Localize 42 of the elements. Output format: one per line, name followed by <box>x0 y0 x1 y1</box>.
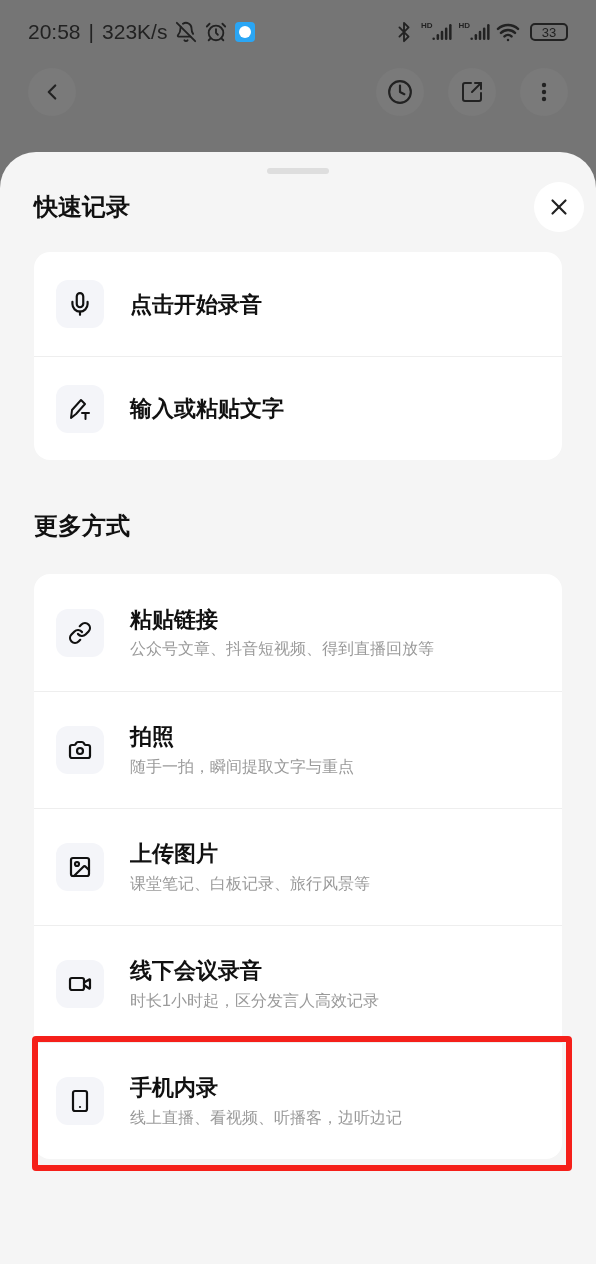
muted-bell-icon <box>175 21 198 43</box>
item-title: 粘贴链接 <box>130 605 219 634</box>
list-item[interactable]: 手机内录 线上直播、看视频、听播客，边听边记 <box>34 1042 562 1159</box>
close-button[interactable] <box>534 182 584 232</box>
battery-indicator: 33 <box>530 23 568 41</box>
item-subtitle: 随手一拍，瞬间提取文字与重点 <box>130 756 354 777</box>
clock-icon <box>387 79 413 105</box>
item-subtitle: 公众号文章、抖音短视频、得到直播回放等 <box>130 639 434 660</box>
list-item[interactable]: 输入或粘贴文字 <box>34 356 562 460</box>
hd-label: HD <box>458 22 470 30</box>
item-subtitle: 课堂笔记、白板记录、旅行风景等 <box>130 873 370 894</box>
status-time: 20:58 <box>28 19 81 46</box>
list-item[interactable]: 线下会议录音 时长1小时起，区分发言人高效记录 <box>34 925 562 1042</box>
section-title: 更多方式 <box>34 511 131 541</box>
item-title: 上传图片 <box>130 840 219 868</box>
list-item[interactable]: 点击开始录音 <box>34 252 562 356</box>
share-button[interactable] <box>448 68 496 116</box>
app-notification-icon <box>235 22 256 42</box>
list-item[interactable]: 粘贴链接 公众号文章、抖音短视频、得到直播回放等 <box>34 574 562 691</box>
list-item[interactable]: 拍照 随手一拍，瞬间提取文字与重点 <box>34 691 562 808</box>
item-title: 手机内录 <box>130 1074 219 1102</box>
history-button[interactable] <box>376 68 424 116</box>
more-button[interactable] <box>520 68 568 116</box>
item-title: 点击开始录音 <box>130 290 262 319</box>
hd-label: HD <box>420 22 433 30</box>
item-title: 输入或粘贴文字 <box>130 395 284 423</box>
list-item[interactable]: 上传图片 课堂笔记、白板记录、旅行风景等 <box>34 808 562 925</box>
more-icon <box>541 82 547 102</box>
network-speed: 323K/s <box>102 19 168 46</box>
item-subtitle: 时长1小时起，区分发言人高效记录 <box>130 990 379 1011</box>
signal-icon <box>470 22 490 42</box>
signal-icon <box>432 22 453 42</box>
separator: | <box>88 19 95 46</box>
share-icon <box>460 80 484 104</box>
section-title: 快速记录 <box>34 192 130 222</box>
image-icon <box>68 855 92 879</box>
item-title: 线下会议录音 <box>130 957 263 985</box>
camera-icon <box>68 738 92 762</box>
item-title: 拍照 <box>130 723 175 751</box>
item-subtitle: 线上直播、看视频、听播客，边听边记 <box>130 1107 402 1128</box>
alarm-icon <box>205 21 228 43</box>
link-icon <box>68 620 92 645</box>
